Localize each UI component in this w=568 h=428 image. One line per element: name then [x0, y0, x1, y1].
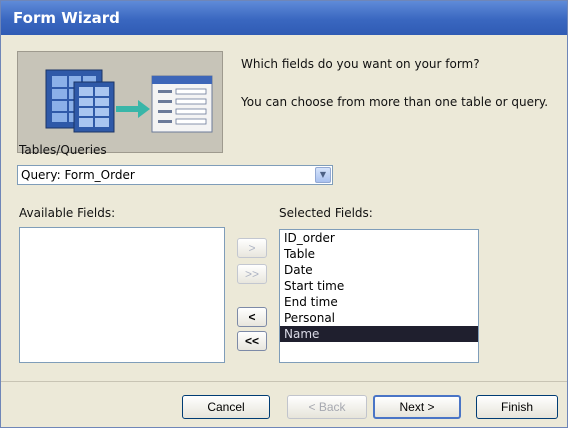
next-button[interactable]: Next >: [373, 395, 461, 419]
selected-fields-list[interactable]: ID_order Table Date Start time End time Perso…: [279, 229, 479, 363]
tables-queries-label: Tables/Queries: [19, 143, 107, 157]
intro-hint: You can choose from more than one table …: [241, 95, 549, 109]
available-fields-list[interactable]: [19, 227, 225, 363]
selected-field-item[interactable]: Personal: [280, 310, 478, 326]
selected-field-item[interactable]: Date: [280, 262, 478, 278]
selected-field-item[interactable]: Table: [280, 246, 478, 262]
chevron-down-icon[interactable]: ▼: [315, 167, 331, 183]
add-field-button[interactable]: >: [237, 238, 267, 258]
button-bar-divider: [1, 381, 567, 382]
intro-question: Which fields do you want on your form?: [241, 57, 480, 71]
remove-all-fields-button[interactable]: <<: [237, 331, 267, 351]
tables-queries-combobox[interactable]: Query: Form_Order ▼: [17, 165, 333, 185]
form-wizard-dialog: Form Wizard Which fields do you want on …: [0, 0, 568, 428]
available-fields-label: Available Fields:: [19, 206, 116, 220]
selected-field-item[interactable]: Name: [280, 326, 478, 342]
selected-fields-label: Selected Fields:: [279, 206, 373, 220]
cancel-button[interactable]: Cancel: [182, 395, 270, 419]
back-button[interactable]: < Back: [287, 395, 367, 419]
selected-field-item[interactable]: End time: [280, 294, 478, 310]
title-bar: Form Wizard: [1, 1, 567, 35]
remove-field-button[interactable]: <: [237, 307, 267, 327]
selected-field-item[interactable]: Start time: [280, 278, 478, 294]
add-all-fields-button[interactable]: >>: [237, 264, 267, 284]
finish-button[interactable]: Finish: [476, 395, 558, 419]
window-title: Form Wizard: [13, 9, 120, 27]
tables-queries-value: Query: Form_Order: [21, 168, 135, 182]
selected-field-item[interactable]: ID_order: [280, 230, 478, 246]
table-to-form-illustration: [17, 51, 223, 153]
